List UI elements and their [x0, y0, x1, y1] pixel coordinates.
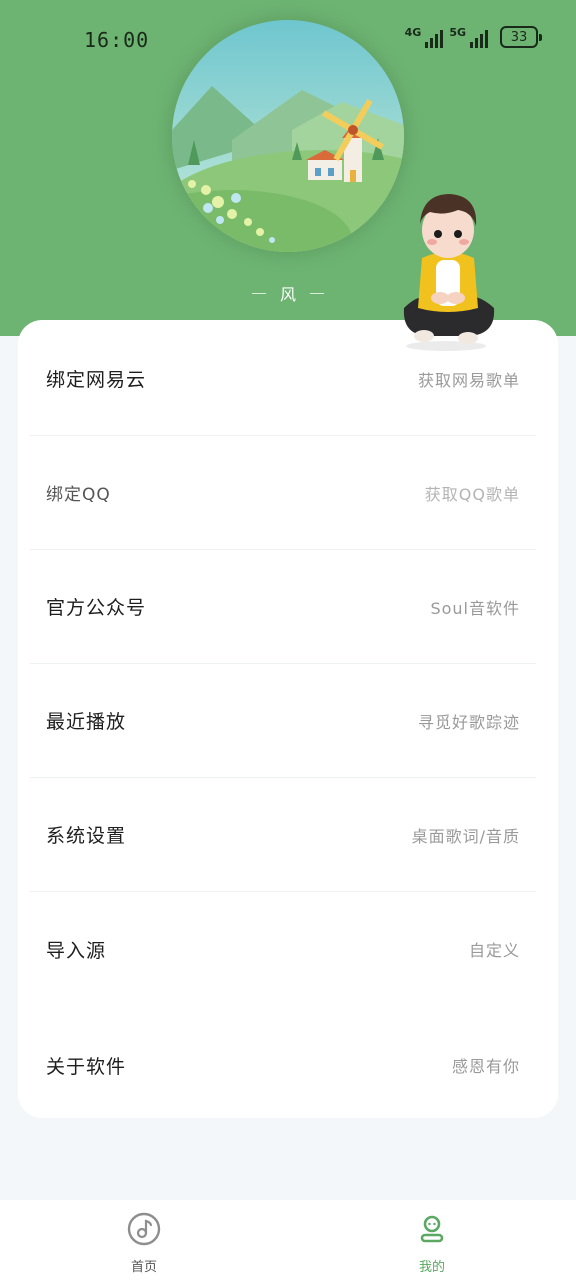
menu-item-value: 自定义 — [468, 941, 520, 960]
sitting-character-illustration — [396, 186, 500, 354]
profile-cover-image[interactable] — [172, 20, 404, 252]
menu-item-system-settings[interactable]: 系统设置 桌面歌词/音质 — [30, 778, 536, 892]
menu-item-import-source[interactable]: 导入源 自定义 — [30, 892, 536, 1006]
settings-card: 绑定网易云 获取网易歌单 绑定QQ 获取QQ歌单 官方公众号 Soul音软件 最… — [18, 320, 558, 1118]
menu-item-label: 最近播放 — [46, 711, 127, 733]
nav-mine-label: 我的 — [418, 1260, 445, 1275]
right-divider — [310, 292, 324, 294]
bottom-navigation: 首页 我的 — [0, 1200, 576, 1280]
menu-item-value: 寻觅好歌踪迹 — [417, 712, 520, 732]
menu-item-label: 绑定QQ — [46, 485, 111, 505]
left-divider — [251, 292, 266, 294]
menu-item-label: 绑定网易云 — [46, 369, 147, 391]
battery-level: 33 — [510, 29, 528, 45]
nav-home-label: 首页 — [130, 1260, 157, 1275]
signal-5g-icon: 5G — [449, 26, 488, 48]
menu-item-value: 获取QQ歌单 — [424, 484, 520, 504]
menu-item-label: 导入源 — [46, 939, 107, 962]
status-indicators: 4G 5G 33 — [405, 26, 542, 48]
nav-tab-home[interactable]: 首页 — [0, 1200, 288, 1280]
user-icon — [415, 1212, 449, 1250]
menu-item-about[interactable]: 关于软件 感恩有你 — [30, 1008, 536, 1122]
signal-4g-icon: 4G — [405, 26, 444, 48]
menu-item-value: 桌面歌词/音质 — [411, 826, 520, 846]
menu-item-label: 系统设置 — [46, 825, 127, 847]
menu-item-value: 获取网易歌单 — [417, 370, 520, 390]
menu-item-bind-qq[interactable]: 绑定QQ 获取QQ歌单 — [30, 436, 536, 550]
battery-icon: 33 — [500, 26, 542, 48]
menu-item-recent-play[interactable]: 最近播放 寻觅好歌踪迹 — [30, 664, 536, 778]
nav-tab-mine[interactable]: 我的 — [288, 1200, 576, 1280]
menu-item-value: 感恩有你 — [451, 1057, 520, 1076]
profile-name[interactable]: 风 — [280, 281, 296, 305]
menu-item-value: Soul音软件 — [430, 598, 520, 618]
menu-item-label: 官方公众号 — [46, 597, 147, 619]
menu-item-label: 关于软件 — [46, 1055, 127, 1078]
network-label-5g: 5G — [449, 26, 466, 39]
network-label-4g: 4G — [404, 26, 422, 39]
status-time: 16:00 — [84, 28, 150, 52]
menu-item-official-account[interactable]: 官方公众号 Soul音软件 — [30, 550, 536, 664]
music-disc-icon — [127, 1212, 161, 1250]
